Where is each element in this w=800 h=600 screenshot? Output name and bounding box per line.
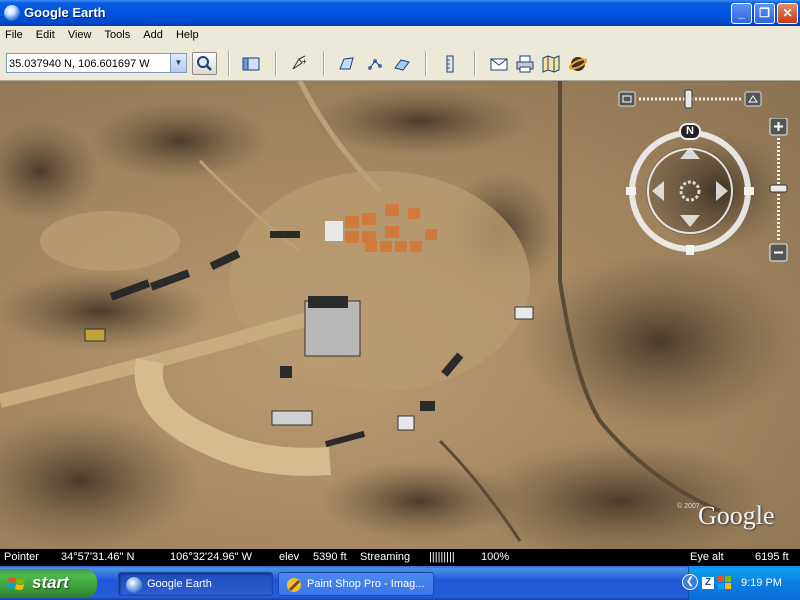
toolbar-separator <box>275 51 277 76</box>
windows-logo-icon <box>8 577 25 590</box>
location-search-input[interactable] <box>9 56 169 71</box>
email-icon[interactable] <box>490 55 508 73</box>
zone-alarm-icon[interactable]: Z <box>702 577 714 589</box>
taskbar-paint-shop-pro[interactable]: Paint Shop Pro - Imag... <box>278 572 434 596</box>
search-icon <box>197 56 212 71</box>
menu-add[interactable]: Add <box>138 26 168 46</box>
start-button[interactable]: start <box>0 569 97 598</box>
placemark-icon[interactable]: + <box>290 55 308 73</box>
eye-alt-label: Eye alt <box>690 551 724 563</box>
close-button[interactable]: ✕ <box>777 3 798 24</box>
start-label: start <box>32 573 69 592</box>
clock[interactable]: 9:19 PM <box>741 577 782 589</box>
google-earth-icon <box>126 577 142 593</box>
google-logo: Google <box>698 501 775 530</box>
paint-shop-pro-icon <box>287 578 301 592</box>
taskbar-label: Paint Shop Pro - Imag... <box>307 578 425 590</box>
taskbar-google-earth[interactable]: Google Earth <box>118 572 273 596</box>
pointer-label: Pointer <box>4 551 39 563</box>
window-title: Google Earth <box>24 5 106 20</box>
menu-help[interactable]: Help <box>171 26 204 46</box>
menu-bar: File Edit View Tools Add Help <box>0 26 800 46</box>
path-icon[interactable] <box>366 55 384 73</box>
tilt-down-button <box>618 91 636 107</box>
menu-view[interactable]: View <box>63 26 97 46</box>
chevron-left-icon[interactable]: ❮ <box>682 574 698 590</box>
sidebar-icon[interactable] <box>242 55 260 73</box>
toolbar-separator <box>474 51 476 76</box>
toolbar: ▼ + <box>0 46 800 81</box>
elevation-value: 5390 ft <box>313 551 347 563</box>
title-bar[interactable]: Google Earth _ ❐ ✕ <box>0 0 800 26</box>
minimize-button[interactable]: _ <box>731 3 752 24</box>
menu-tools[interactable]: Tools <box>100 26 136 46</box>
svg-text:+: + <box>302 57 307 66</box>
taskbar-label: Google Earth <box>147 578 212 590</box>
pointer-longitude: 106°32'24.96" W <box>170 551 252 563</box>
compass-ring[interactable] <box>626 121 754 256</box>
polygon-icon[interactable] <box>338 55 356 73</box>
system-tray: ❮ Z 9:19 PM <box>682 566 800 600</box>
zoom-slider[interactable] <box>769 117 788 263</box>
maps-icon[interactable] <box>542 55 560 73</box>
menu-file[interactable]: File <box>0 26 28 46</box>
toolbar-separator <box>425 51 427 76</box>
google-earth-icon <box>4 5 20 21</box>
chevron-down-icon[interactable]: ▼ <box>170 54 186 72</box>
eye-alt-value: 6195 ft <box>755 551 789 563</box>
copyright-text: © 2007 <box>677 503 700 510</box>
ruler-icon[interactable] <box>441 55 459 73</box>
print-icon[interactable] <box>516 55 534 73</box>
taskbar: start Google Earth Paint Shop Pro - Imag… <box>0 566 800 600</box>
search-button[interactable] <box>192 52 217 75</box>
compass-north-button[interactable]: N <box>679 123 701 140</box>
streaming-progress-bar: ||||||||| <box>429 551 455 563</box>
elevation-label: elev <box>279 551 300 563</box>
toolbar-separator <box>228 51 230 76</box>
streaming-label: Streaming <box>360 551 411 563</box>
location-search-box[interactable]: ▼ <box>6 53 187 73</box>
streaming-percent: 100% <box>481 551 510 563</box>
windows-flag-icon[interactable] <box>718 576 732 590</box>
tilt-slider[interactable] <box>617 89 765 109</box>
tilt-up-button <box>744 91 762 107</box>
map-view[interactable]: N © 2007 Google <box>0 81 800 549</box>
status-bar: Pointer 34°57'31.46" N 106°32'24.96" W e… <box>0 549 800 566</box>
sky-icon[interactable] <box>569 55 587 73</box>
pointer-latitude: 34°57'31.46" N <box>61 551 135 563</box>
toolbar-separator <box>323 51 325 76</box>
maximize-button[interactable]: ❐ <box>754 3 775 24</box>
menu-edit[interactable]: Edit <box>31 26 60 46</box>
image-overlay-icon[interactable] <box>393 55 411 73</box>
